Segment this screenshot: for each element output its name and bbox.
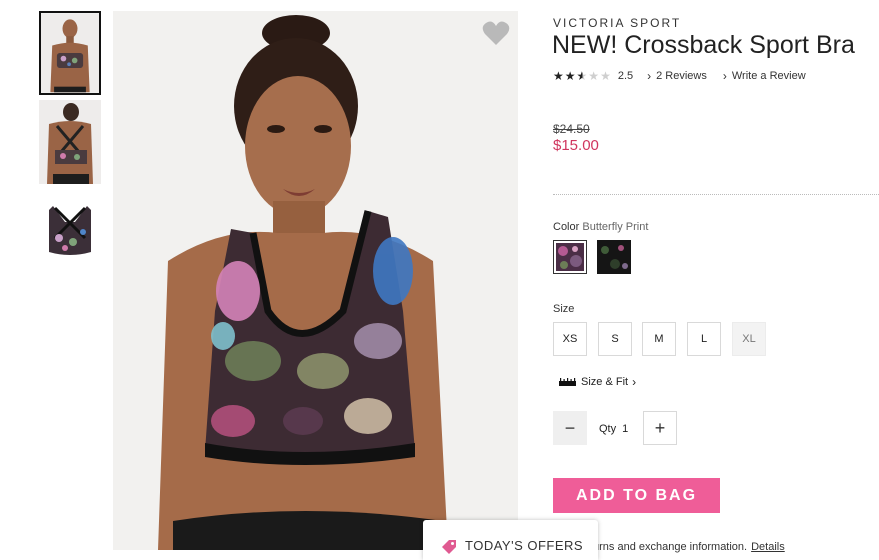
color-swatch-butterfly-print[interactable]	[553, 240, 587, 274]
swatch-pattern	[556, 243, 584, 271]
write-review-link[interactable]: › Write a Review	[723, 69, 806, 83]
todays-offers-label: TODAY'S OFFERS	[465, 538, 584, 553]
size-option-m[interactable]: M	[642, 322, 676, 356]
thumbnail-front[interactable]	[39, 11, 101, 95]
rating-row: ★★★★★ 2.5 › 2 Reviews › Write a Review	[553, 69, 806, 83]
ruler-icon	[559, 378, 576, 386]
tag-icon	[442, 540, 456, 554]
half-star-icon: ★	[576, 69, 589, 83]
sale-price: $15.00	[553, 137, 599, 154]
star-rating: ★★★★★	[553, 69, 612, 83]
todays-offers-tab[interactable]: TODAY'S OFFERS	[423, 520, 598, 560]
returns-info: urns and exchange information. Details	[593, 541, 785, 553]
plus-icon: +	[654, 417, 666, 438]
product-title: NEW! Crossback Sport Bra	[552, 31, 855, 59]
star-icon: ★	[564, 69, 577, 83]
quantity-decrease-button[interactable]: −	[553, 411, 587, 445]
size-label: Size	[553, 303, 575, 315]
size-option-xl[interactable]: XL	[732, 322, 766, 356]
brand-name: VICTORIA SPORT	[553, 16, 682, 30]
reviews-link-label: 2 Reviews	[656, 70, 707, 82]
quantity-display: Qty 1	[599, 423, 628, 435]
wishlist-heart-icon[interactable]	[482, 20, 510, 46]
size-option-xs[interactable]: XS	[553, 322, 587, 356]
quantity-label: Qty	[599, 423, 617, 435]
swatch-pattern	[597, 240, 631, 274]
add-to-bag-button[interactable]: ADD TO BAG	[553, 478, 720, 513]
chevron-right-icon: ›	[632, 375, 637, 389]
thumbnail-flat[interactable]	[39, 192, 101, 264]
size-fit-label: Size & Fit	[581, 376, 629, 388]
star-icon: ★	[588, 69, 601, 83]
returns-details-link[interactable]: Details	[751, 541, 785, 553]
size-option-l[interactable]: L	[687, 322, 721, 356]
thumbnail-front-image	[41, 13, 99, 93]
divider	[553, 194, 879, 195]
product-main-image[interactable]	[113, 11, 518, 550]
color-label-text: Color	[553, 221, 580, 233]
original-price: $24.50	[553, 122, 590, 136]
star-icon: ★	[553, 69, 565, 83]
size-option-s[interactable]: S	[598, 322, 632, 356]
rating-value: 2.5	[617, 70, 634, 82]
thumbnail-flat-image	[39, 192, 101, 264]
quantity-value: 1	[622, 423, 629, 435]
product-photo	[113, 11, 518, 550]
color-swatch-black-floral[interactable]	[597, 240, 631, 274]
color-label: Color Butterfly Print	[553, 221, 648, 233]
chevron-right-icon: ›	[647, 69, 652, 83]
thumbnail-back[interactable]	[39, 100, 101, 184]
write-review-label: Write a Review	[731, 70, 806, 82]
chevron-right-icon: ›	[722, 69, 727, 83]
star-icon: ★	[600, 69, 612, 83]
quantity-increase-button[interactable]: +	[643, 411, 677, 445]
size-fit-link[interactable]: Size & Fit ›	[559, 375, 636, 389]
minus-icon: −	[564, 417, 576, 438]
color-selected-value: Butterfly Print	[582, 221, 649, 233]
reviews-link[interactable]: › 2 Reviews	[647, 69, 707, 83]
thumbnail-back-image	[39, 100, 101, 184]
returns-text: urns and exchange information.	[593, 541, 748, 553]
